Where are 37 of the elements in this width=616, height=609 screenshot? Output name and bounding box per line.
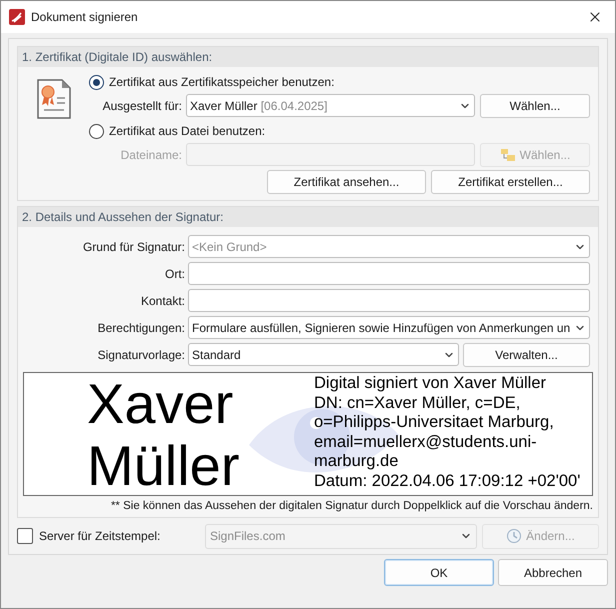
- window-title: Dokument signieren: [31, 9, 138, 26]
- dropdown-field[interactable]: Standard: [188, 343, 459, 366]
- field-label: Dateiname:: [120, 146, 183, 164]
- signature-detail: email=muellerx@students.uni-: [314, 432, 538, 452]
- section-header: 2. Details und Aussehen der Signatur:: [18, 207, 598, 227]
- dialog-button[interactable]: Abbrechen: [498, 559, 608, 586]
- signature-detail: Datum: 2022.04.06 17:09:12 +02'00': [314, 472, 580, 491]
- text-field[interactable]: [188, 289, 590, 312]
- app-logo-icon: [9, 9, 25, 25]
- certificate-button[interactable]: Zertifikat erstellen...: [431, 170, 590, 194]
- field-label: Grund für Signatur:: [82, 238, 186, 256]
- signature-detail: DN: cn=Xaver Müller, c=DE,: [314, 394, 522, 413]
- signature-detail: o=Philipps-Universitaet Marburg,: [314, 413, 555, 432]
- field-label: Berechtigungen:: [96, 320, 186, 336]
- folder-icon: [500, 146, 516, 162]
- text-field[interactable]: [188, 262, 590, 285]
- choose-button[interactable]: Wählen...: [480, 94, 590, 118]
- signature-detail: Digital signiert von Xaver Müller: [314, 374, 548, 394]
- dropdown-field[interactable]: Formulare ausfüllen, Signieren sowie Hinzufügen von Anmerkungen un: [188, 316, 590, 339]
- field-label: Ausgestellt für:: [102, 98, 183, 114]
- field-label: Ort:: [164, 266, 186, 282]
- signature-detail: marburg.de: [314, 452, 400, 472]
- dialog-button[interactable]: OK: [384, 559, 494, 586]
- field-label: Kontakt:: [140, 292, 186, 310]
- radio-button[interactable]: [89, 74, 104, 90]
- signature-name: Xaver: [87, 373, 234, 435]
- field-label: Signaturvorlage:: [96, 346, 186, 364]
- manage-button[interactable]: Verwalten...: [463, 342, 590, 366]
- signature-name: Müller: [87, 435, 240, 495]
- radio-label[interactable]: Zertifikat aus Zertifikatsspeicher benutzen:: [109, 73, 334, 91]
- certificate-button[interactable]: Zertifikat ansehen...: [267, 170, 426, 194]
- hint-text: ** Sie können das Aussehen der digitalen Signatur durch Doppelklick auf die Vorschau ändern.: [110, 499, 593, 514]
- clock-icon: [506, 528, 522, 544]
- section-header: 1. Zertifikat (Digitale ID) auswählen:: [18, 47, 598, 67]
- signature-preview[interactable]: Xaver Müller Digital signiert von Xaver Müller DN: cn=Xaver Müller, c=DE, o=Philipps-Universitaet Marburg, email=muellerx@students.uni- marburg.de Datum: 2022.04.06 17:09:12 +02'00': [23, 372, 593, 496]
- certificate-icon: [36, 78, 72, 120]
- certificate-dropdown[interactable]: Xaver Müller [06.04.2025]: [186, 94, 475, 117]
